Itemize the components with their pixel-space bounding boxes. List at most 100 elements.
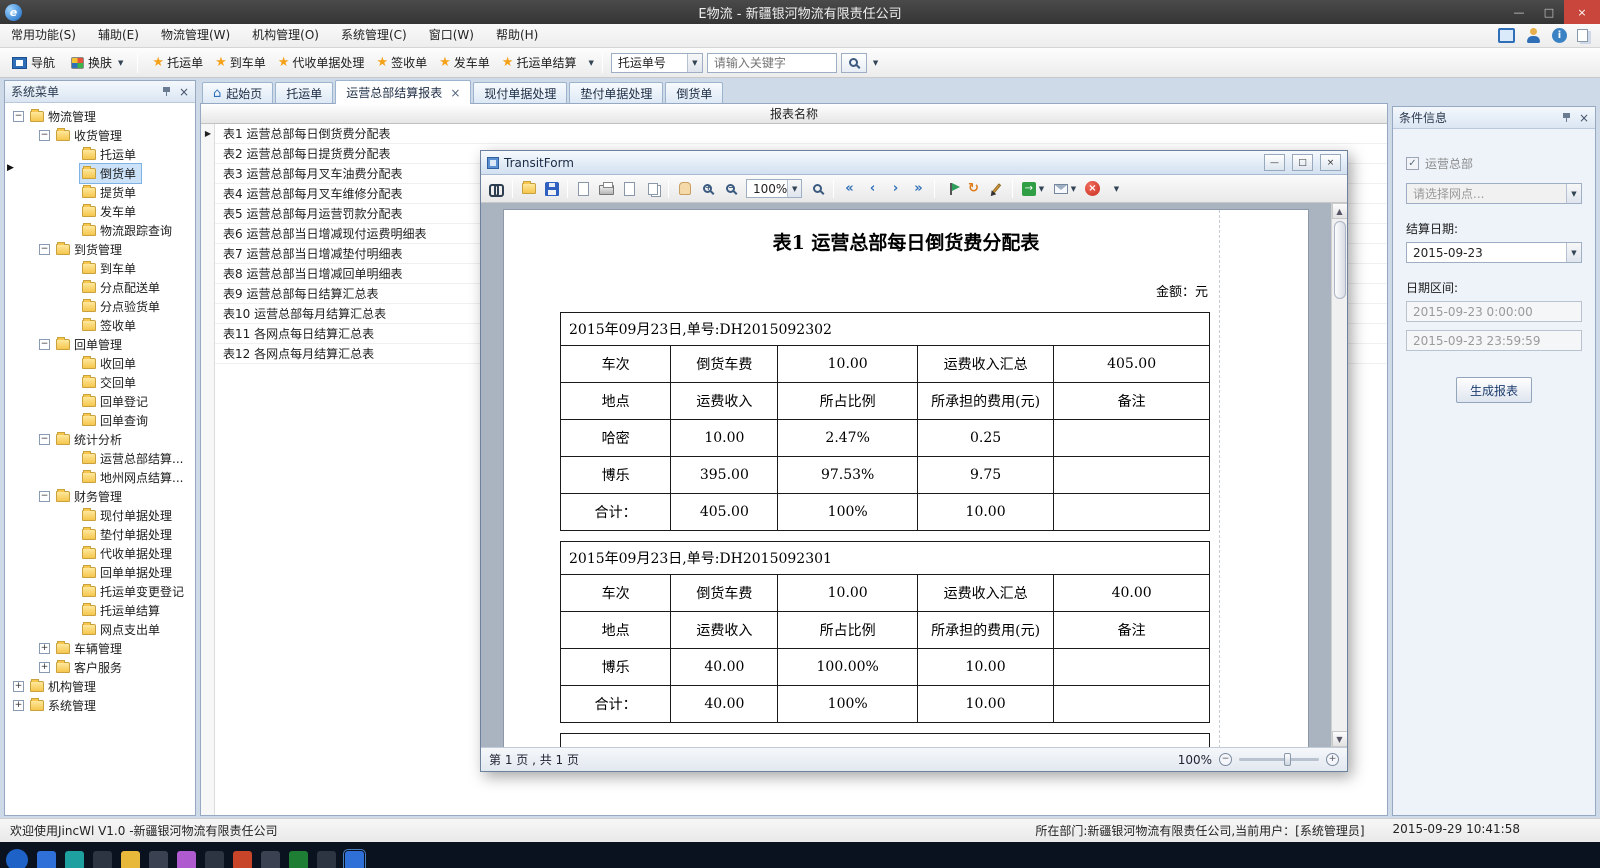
monitor-icon[interactable] [1498, 28, 1515, 43]
tree-item[interactable]: 收回单 [5, 354, 195, 373]
tree-item[interactable]: 提货单 [5, 183, 195, 202]
app-icon-8[interactable] [233, 851, 252, 868]
app-icon-4[interactable] [121, 851, 140, 868]
tree-expander[interactable]: + [39, 643, 50, 654]
first-page-button[interactable]: « [839, 178, 860, 199]
pan-icon[interactable] [674, 178, 695, 199]
app-icon-2[interactable] [65, 851, 84, 868]
tab[interactable]: 托运单 [275, 82, 333, 104]
viewer-titlebar[interactable]: TransitForm — □ × [481, 151, 1347, 175]
maximize-button[interactable]: □ [1292, 154, 1313, 171]
quick-links-more-button[interactable]: ▼ [588, 59, 593, 67]
tree-item[interactable]: 分点配送单 [5, 278, 195, 297]
quick-link-button[interactable]: ★发车单 [433, 54, 496, 71]
search-type-select[interactable]: 托运单号 ▼ [611, 53, 703, 73]
tree-item[interactable]: +机构管理 [5, 677, 195, 696]
tree-item[interactable]: 代收单据处理 [5, 544, 195, 563]
tree-item[interactable]: +客户服务 [5, 658, 195, 677]
quick-link-button[interactable]: ★代收单据处理 [272, 54, 371, 71]
tab[interactable]: 倒货单 [665, 82, 723, 104]
generate-report-button[interactable]: 生成报表 [1456, 377, 1532, 403]
print-icon[interactable] [596, 178, 617, 199]
quick-link-button[interactable]: ★到车单 [209, 54, 272, 71]
search-options-button[interactable]: ▼ [873, 59, 878, 67]
tree-item[interactable]: 倒货单 [5, 164, 195, 183]
last-page-button[interactable]: » [908, 178, 929, 199]
tree-item[interactable]: −回单管理 [5, 335, 195, 354]
app-icon-9[interactable] [261, 851, 280, 868]
open-icon[interactable] [518, 178, 539, 199]
zoom-out-icon[interactable] [720, 178, 741, 199]
quick-link-button[interactable]: ★托运单结算 [496, 54, 583, 71]
vertical-scrollbar[interactable]: ▲ ▼ [1331, 203, 1347, 747]
app-icon-3[interactable] [93, 851, 112, 868]
edit-icon[interactable] [986, 178, 1007, 199]
tree-expander[interactable]: + [39, 662, 50, 673]
tree-item[interactable]: −财务管理 [5, 487, 195, 506]
tree-item[interactable]: +车辆管理 [5, 639, 195, 658]
tree-item[interactable]: 回单查询 [5, 411, 195, 430]
range-start-input[interactable] [1406, 301, 1582, 322]
tree-expander[interactable]: − [39, 491, 50, 502]
find-icon[interactable] [486, 178, 507, 199]
tree-item[interactable]: 签收单 [5, 316, 195, 335]
navigation-button[interactable]: 导航 [6, 52, 61, 73]
zoom-out-icon[interactable]: − [1219, 753, 1232, 766]
page-setup-icon[interactable] [619, 178, 640, 199]
settle-date-select[interactable]: 2015-09-23 ▼ [1406, 242, 1582, 263]
scroll-down-icon[interactable]: ▼ [1332, 731, 1348, 747]
documents-icon[interactable] [1577, 29, 1588, 42]
user-icon[interactable] [1525, 28, 1542, 43]
tree-item[interactable]: 运营总部结算... [5, 449, 195, 468]
tree-expander[interactable]: − [13, 111, 24, 122]
tree-expander[interactable]: − [39, 244, 50, 255]
tree-item[interactable]: 发车单 [5, 202, 195, 221]
tree-item[interactable]: 网点支出单 [5, 620, 195, 639]
app-icon-11[interactable] [317, 851, 336, 868]
zoom-in-icon[interactable]: + [1326, 753, 1339, 766]
zoom-in-icon[interactable] [697, 178, 718, 199]
tree-expander[interactable]: − [39, 130, 50, 141]
tree-item[interactable]: −到货管理 [5, 240, 195, 259]
pin-icon[interactable] [1562, 112, 1571, 123]
zoom-select[interactable]: 100% ▼ [746, 179, 802, 198]
scrollbar-thumb[interactable] [1334, 221, 1346, 299]
export-button[interactable]: →▼ [1018, 178, 1048, 199]
tree-item[interactable]: 分点验货单 [5, 297, 195, 316]
search-button[interactable] [841, 53, 867, 73]
app-icon-6[interactable] [177, 851, 196, 868]
tree-item[interactable]: 回单单据处理 [5, 563, 195, 582]
hq-checkbox[interactable]: ✓ [1406, 157, 1419, 170]
info-icon[interactable]: i [1552, 28, 1567, 43]
prev-page-button[interactable]: ‹ [862, 178, 883, 199]
tree-item[interactable]: −物流管理 [5, 107, 195, 126]
site-select[interactable]: 请选择网点... ▼ [1406, 183, 1582, 204]
skin-button[interactable]: 换肤 ▼ [65, 52, 129, 73]
quick-link-button[interactable]: ★托运单 [146, 54, 209, 71]
start-button[interactable] [6, 849, 28, 868]
close-preview-button[interactable]: × [1082, 178, 1103, 199]
menu-item[interactable]: 物流管理(W) [150, 24, 241, 47]
tree-item[interactable]: 垫付单据处理 [5, 525, 195, 544]
tab[interactable]: ⌂起始页 [202, 82, 273, 104]
menu-item[interactable]: 机构管理(O) [241, 24, 330, 47]
quick-link-button[interactable]: ★签收单 [370, 54, 433, 71]
tree-item[interactable]: 回单登记 [5, 392, 195, 411]
bookmark-icon[interactable] [940, 178, 961, 199]
menu-item[interactable]: 帮助(H) [485, 24, 549, 47]
tab[interactable]: 垫付单据处理 [569, 82, 663, 104]
tree-item[interactable]: −统计分析 [5, 430, 195, 449]
refresh-icon[interactable]: ↻ [963, 178, 984, 199]
app-icon-7[interactable] [205, 851, 224, 868]
tree-item[interactable]: 托运单变更登记 [5, 582, 195, 601]
app-icon-5[interactable] [149, 851, 168, 868]
tree-item[interactable]: 托运单结算 [5, 601, 195, 620]
copy-page-icon[interactable] [642, 178, 663, 199]
tree-expander[interactable]: − [39, 339, 50, 350]
tab[interactable]: 运营总部结算报表× [335, 80, 471, 104]
toolbar-more-button[interactable]: ▼ [1105, 178, 1126, 199]
print-dialog-icon[interactable] [573, 178, 594, 199]
app-icon-12[interactable] [345, 851, 364, 868]
menu-item[interactable]: 常用功能(S) [0, 24, 87, 47]
tree-item[interactable]: 托运单 [5, 145, 195, 164]
